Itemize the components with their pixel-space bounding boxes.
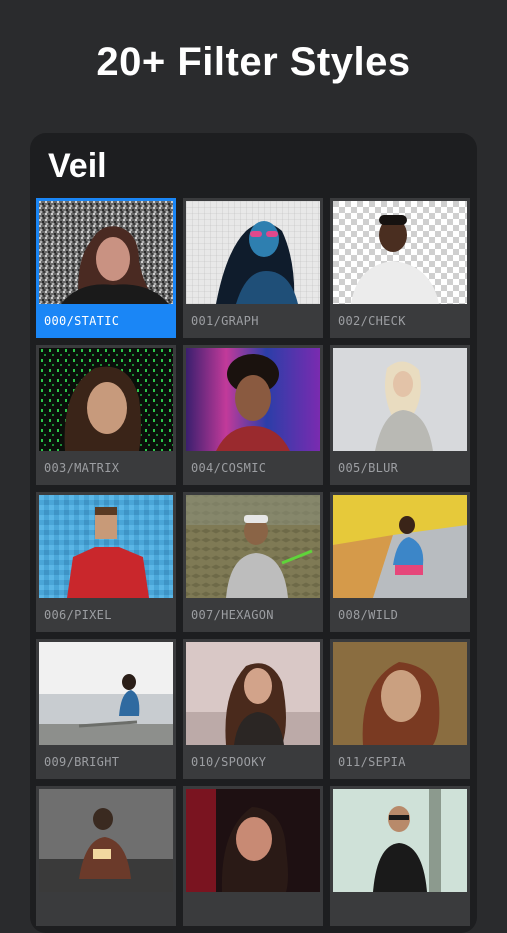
filter-label: 004/COSMIC: [191, 461, 267, 475]
filter-tile-graph[interactable]: 001/GRAPH: [183, 198, 323, 338]
filter-tile-wild[interactable]: 008/WILD: [330, 492, 470, 632]
filter-tile-hexagon[interactable]: 007/HEXAGON: [183, 492, 323, 632]
filter-thumbnail-hexagon: [186, 495, 320, 598]
filter-thumbnail: [186, 789, 320, 892]
filter-thumbnail-wild: [333, 495, 467, 598]
filter-thumbnail-graph: [186, 201, 320, 304]
filter-label: 010/SPOOKY: [191, 755, 267, 769]
filter-tile-matrix[interactable]: 003/MATRIX: [36, 345, 176, 485]
filter-thumbnail-bright: [39, 642, 173, 745]
page-title: 20+ Filter Styles: [96, 40, 411, 84]
filter-label: 001/GRAPH: [191, 314, 259, 328]
filter-label: 003/MATRIX: [44, 461, 120, 475]
filter-label: 006/PIXEL: [44, 608, 112, 622]
filter-thumbnail-matrix: [39, 348, 173, 451]
filter-tile-bright[interactable]: 009/BRIGHT: [36, 639, 176, 779]
filter-label: 009/BRIGHT: [44, 755, 120, 769]
filter-tile-blur[interactable]: 005/BLUR: [330, 345, 470, 485]
filter-thumbnail-blur: [333, 348, 467, 451]
filter-thumbnail-static: [39, 201, 173, 304]
filter-tile-row5-2[interactable]: [183, 786, 323, 926]
filter-thumbnail-pixel: [39, 495, 173, 598]
filter-tile-sepia[interactable]: 011/SEPIA: [330, 639, 470, 779]
filter-thumbnail: [39, 789, 173, 892]
filter-label: 007/HEXAGON: [191, 608, 274, 622]
filter-label: 000/STATIC: [44, 314, 120, 328]
filter-thumbnail-cosmic: [186, 348, 320, 451]
panel-title: Veil: [48, 147, 107, 185]
filter-tile-row5-1[interactable]: [36, 786, 176, 926]
filter-tile-check[interactable]: 002/CHECK: [330, 198, 470, 338]
filter-label: 005/BLUR: [338, 461, 399, 475]
filter-thumbnail-sepia: [333, 642, 467, 745]
filter-tile-static[interactable]: 000/STATIC: [36, 198, 176, 338]
filter-tile-pixel[interactable]: 006/PIXEL: [36, 492, 176, 632]
filter-thumbnail-spooky: [186, 642, 320, 745]
filter-tile-cosmic[interactable]: 004/COSMIC: [183, 345, 323, 485]
filter-thumbnail: [333, 789, 467, 892]
filter-panel: Veil 000/STATIC 001/GRAPH 002/CHECK 003/…: [30, 133, 477, 933]
filter-tile-row5-3[interactable]: [330, 786, 470, 926]
filter-tile-spooky[interactable]: 010/SPOOKY: [183, 639, 323, 779]
filter-thumbnail-check: [333, 201, 467, 304]
filter-label: 002/CHECK: [338, 314, 406, 328]
filter-label: 008/WILD: [338, 608, 399, 622]
filter-label: 011/SEPIA: [338, 755, 406, 769]
